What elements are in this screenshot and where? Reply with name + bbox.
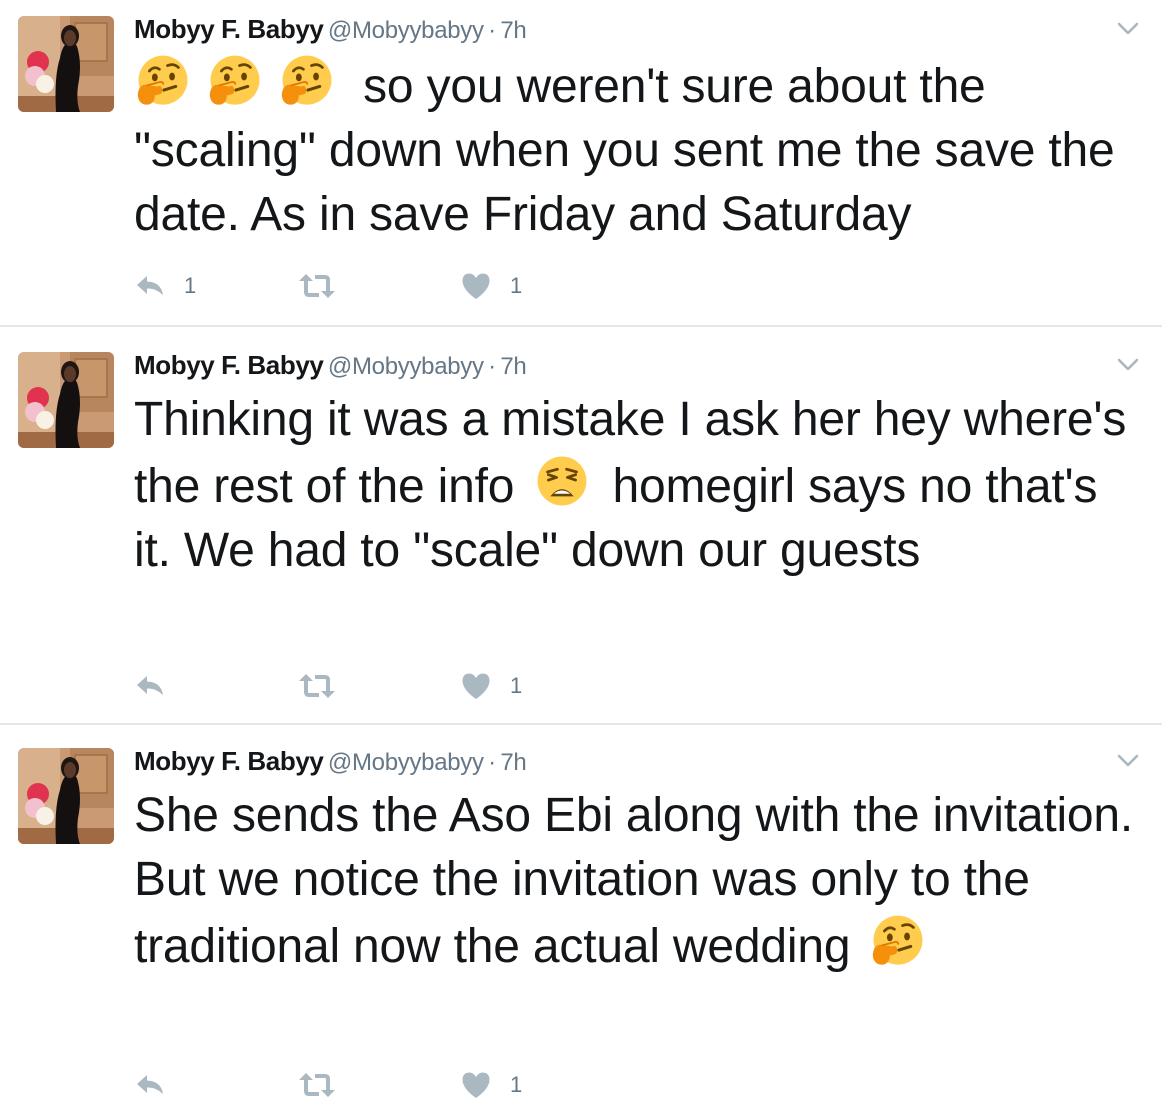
tweet[interactable]: Mobyy F. Babyy @Mobyybabyy · 7h so you w… — [0, 0, 1162, 325]
tweet-header: Mobyy F. Babyy @Mobyybabyy · 7h — [134, 14, 527, 46]
author-name[interactable]: Mobyy F. Babyy — [134, 746, 324, 776]
reply-button[interactable]: 1 — [134, 268, 196, 304]
avatar[interactable] — [18, 16, 114, 112]
author-name[interactable]: Mobyy F. Babyy — [134, 14, 324, 44]
retweet-button[interactable] — [297, 268, 355, 304]
like-count: 1 — [510, 1072, 523, 1097]
avatar[interactable] — [18, 352, 114, 448]
author-name[interactable]: Mobyy F. Babyy — [134, 350, 324, 380]
tweet-header: Mobyy F. Babyy @Mobyybabyy · 7h — [134, 350, 527, 382]
tweet[interactable]: Mobyy F. Babyy @Mobyybabyy · 7h Thinking… — [0, 325, 1162, 723]
heart-icon — [460, 270, 492, 302]
avatar[interactable] — [18, 748, 114, 844]
tweet-text: so you weren't sure about the "scaling" … — [134, 52, 1144, 247]
separator: · — [488, 17, 496, 44]
like-count: 1 — [510, 673, 523, 698]
retweet-icon — [297, 670, 337, 702]
timestamp[interactable]: 7h — [500, 17, 526, 44]
reply-icon — [134, 1069, 166, 1101]
author-handle[interactable]: @Mobyybabyy — [328, 353, 484, 380]
like-button[interactable]: 1 — [460, 1067, 522, 1103]
reply-icon — [134, 270, 166, 302]
weary-face-emoji — [533, 452, 591, 510]
reply-button[interactable] — [134, 668, 184, 704]
thinking-face-emoji — [278, 52, 336, 110]
reply-icon — [134, 670, 166, 702]
tweet-text: Thinking it was a mistake I ask her hey … — [134, 388, 1144, 583]
heart-icon — [460, 1069, 492, 1101]
like-count: 1 — [510, 273, 523, 298]
heart-icon — [460, 670, 492, 702]
like-button[interactable]: 1 — [460, 668, 522, 704]
chevron-down-icon[interactable] — [1114, 350, 1142, 378]
retweet-icon — [297, 270, 337, 302]
like-button[interactable]: 1 — [460, 268, 522, 304]
retweet-button[interactable] — [297, 1067, 355, 1103]
separator: · — [488, 353, 496, 380]
chevron-down-icon[interactable] — [1114, 14, 1142, 42]
thinking-face-emoji — [206, 52, 264, 110]
timestamp[interactable]: 7h — [500, 749, 526, 776]
reply-count: 1 — [184, 273, 197, 298]
chevron-down-icon[interactable] — [1114, 746, 1142, 774]
thinking-face-emoji — [869, 912, 927, 970]
reply-button[interactable] — [134, 1067, 184, 1103]
retweet-icon — [297, 1069, 337, 1101]
thinking-face-emoji — [134, 52, 192, 110]
retweet-button[interactable] — [297, 668, 355, 704]
tweet-text-part: She sends the Aso Ebi along with the inv… — [134, 789, 1134, 973]
author-handle[interactable]: @Mobyybabyy — [328, 17, 484, 44]
tweet-header: Mobyy F. Babyy @Mobyybabyy · 7h — [134, 746, 527, 778]
tweet-text: She sends the Aso Ebi along with the inv… — [134, 784, 1144, 979]
separator: · — [488, 749, 496, 776]
timestamp[interactable]: 7h — [500, 353, 526, 380]
tweet[interactable]: Mobyy F. Babyy @Mobyybabyy · 7h She send… — [0, 723, 1162, 1116]
author-handle[interactable]: @Mobyybabyy — [328, 749, 484, 776]
tweet-feed: Mobyy F. Babyy @Mobyybabyy · 7h so you w… — [0, 0, 1162, 1116]
